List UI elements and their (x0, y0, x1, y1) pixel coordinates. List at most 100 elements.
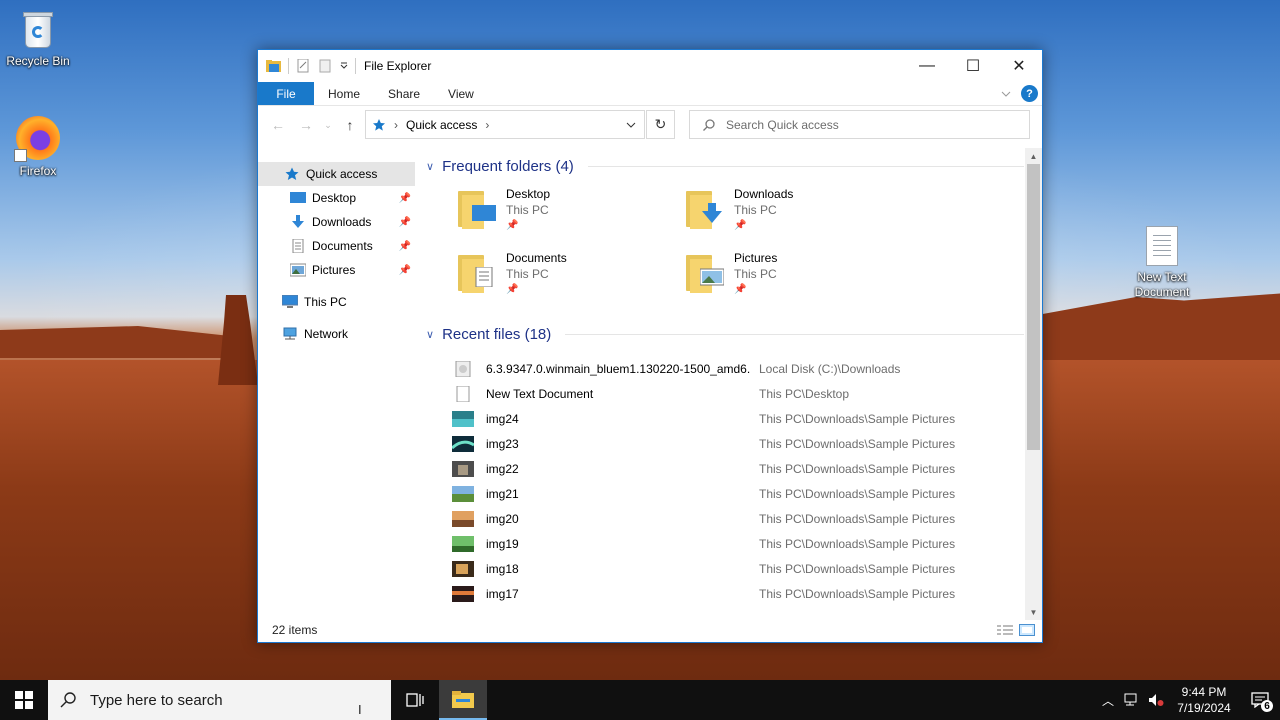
file-name: img22 (486, 461, 519, 476)
tab-view[interactable]: View (434, 82, 488, 105)
help-icon[interactable]: ? (1021, 85, 1038, 102)
folder-location: This PC (506, 203, 549, 217)
tab-home[interactable]: Home (314, 82, 374, 105)
folder-location: This PC (734, 267, 777, 281)
expand-ribbon-chevron-icon[interactable] (1001, 90, 1011, 98)
refresh-button[interactable]: ↻ (646, 110, 675, 139)
folder-tile-desktop[interactable]: Desktop This PC 📌 (458, 186, 678, 242)
recent-files-header[interactable]: ∨ Recent files (18) (422, 322, 1024, 346)
folder-tile-pictures[interactable]: Pictures This PC 📌 (686, 250, 906, 306)
desktop-icon-recycle-bin[interactable]: Recycle Bin (0, 8, 76, 69)
network-status-button[interactable] (1120, 680, 1144, 720)
file-row[interactable]: img21 This PC\Downloads\Sample Pictures (422, 481, 1024, 506)
address-bar[interactable]: › Quick access › (365, 110, 645, 139)
forward-arrow-icon: → (299, 117, 313, 133)
star-icon (373, 118, 385, 131)
desktop-icon-firefox[interactable]: Firefox (0, 116, 76, 179)
tab-share[interactable]: Share (374, 82, 434, 105)
title-bar[interactable]: File Explorer — ☐ ✕ (258, 50, 1042, 82)
desktop-icon-label: Firefox (19, 164, 57, 178)
file-row[interactable]: img18 This PC\Downloads\Sample Pictures (422, 556, 1024, 581)
file-explorer-icon (452, 691, 474, 708)
image-thumbnail-icon (452, 435, 474, 452)
back-button[interactable]: ← (266, 113, 290, 137)
file-row[interactable]: img19 This PC\Downloads\Sample Pictures (422, 531, 1024, 556)
start-button[interactable] (0, 680, 48, 720)
address-dropdown-icon[interactable] (626, 121, 636, 129)
recent-files-list: 6.3.9347.0.winmain_bluem1.130220-1500_am… (422, 356, 1024, 606)
status-bar: 22 items (258, 618, 1042, 642)
file-explorer-window: File Explorer — ☐ ✕ File Home Share View… (257, 49, 1043, 643)
tab-file[interactable]: File (258, 82, 314, 105)
details-view-icon[interactable] (996, 623, 1014, 637)
large-icons-view-icon[interactable] (1018, 623, 1036, 637)
chevron-down-icon: ⌄ (324, 119, 332, 130)
new-folder-icon[interactable] (317, 59, 333, 73)
file-row[interactable]: img23 This PC\Downloads\Sample Pictures (422, 431, 1024, 456)
frequent-folders-header[interactable]: ∨ Frequent folders (4) (422, 154, 1024, 178)
nav-item-quick-access[interactable]: Quick access (258, 162, 415, 186)
maximize-button[interactable]: ☐ (950, 50, 996, 82)
image-thumbnail-icon (452, 460, 474, 477)
file-name: img21 (486, 486, 519, 501)
file-row[interactable]: img17 This PC\Downloads\Sample Pictures (422, 581, 1024, 606)
downloads-folder-icon (686, 189, 726, 229)
task-view-button[interactable] (391, 680, 439, 720)
file-row[interactable]: img22 This PC\Downloads\Sample Pictures (422, 456, 1024, 481)
nav-item-network[interactable]: Network (258, 322, 415, 346)
collapse-chevron-icon: ∨ (426, 328, 435, 341)
firefox-icon (14, 116, 60, 162)
breadcrumb-location[interactable]: Quick access (406, 118, 477, 132)
minimize-button[interactable]: — (904, 50, 950, 82)
collapse-chevron-icon: ∨ (426, 160, 435, 173)
search-placeholder: Search Quick access (726, 117, 839, 132)
taskbar-search-box[interactable]: Type here to search I (48, 680, 391, 720)
file-name: img23 (486, 436, 519, 451)
file-location: Local Disk (C:)\Downloads (759, 361, 901, 376)
nav-item-this-pc[interactable]: This PC (258, 290, 415, 314)
scrollbar-thumb[interactable] (1027, 164, 1040, 450)
file-row[interactable]: img20 This PC\Downloads\Sample Pictures (422, 506, 1024, 531)
customize-toolbar-chevron-icon[interactable] (339, 61, 349, 71)
group-title: Frequent folders (4) (442, 157, 574, 175)
computer-icon (282, 295, 298, 308)
clock[interactable]: 9:44 PM 7/19/2024 (1168, 684, 1240, 716)
file-row[interactable]: img24 This PC\Downloads\Sample Pictures (422, 406, 1024, 431)
speaker-muted-icon (1149, 694, 1164, 706)
nav-item-documents[interactable]: Documents 📌 (258, 234, 415, 258)
scroll-up-arrow-icon[interactable]: ▲ (1025, 148, 1042, 164)
folder-tile-documents[interactable]: Documents This PC 📌 (458, 250, 678, 306)
close-button[interactable]: ✕ (996, 50, 1042, 82)
desktop-icon-new-text-document[interactable]: New Text Document (1124, 226, 1200, 300)
nav-item-label: Network (304, 327, 349, 341)
properties-icon[interactable] (295, 59, 311, 73)
disc-image-icon (455, 360, 471, 377)
up-button[interactable]: ↑ (338, 113, 362, 137)
file-location: This PC\Downloads\Sample Pictures (759, 561, 956, 576)
forward-button[interactable]: → (294, 113, 318, 137)
pin-icon: 📌 (734, 220, 747, 231)
nav-item-pictures[interactable]: Pictures 📌 (258, 258, 415, 282)
file-location: This PC\Downloads\Sample Pictures (759, 461, 956, 476)
taskbar-file-explorer[interactable] (439, 680, 487, 720)
file-row[interactable]: 6.3.9347.0.winmain_bluem1.130220-1500_am… (422, 356, 1024, 381)
recycle-bin-icon (20, 8, 56, 50)
nav-item-desktop[interactable]: Desktop 📌 (258, 186, 415, 210)
clock-date: 7/19/2024 (1177, 701, 1231, 715)
image-thumbnail-icon (452, 535, 474, 552)
search-box[interactable]: Search Quick access (689, 110, 1030, 139)
show-hidden-icons-button[interactable]: ︿ (1096, 680, 1120, 720)
desktop-icon-label: Recycle Bin (6, 54, 70, 68)
file-location: This PC\Downloads\Sample Pictures (759, 411, 956, 426)
group-title: Recent files (18) (442, 325, 552, 343)
nav-item-downloads[interactable]: Downloads 📌 (258, 210, 415, 234)
file-row[interactable]: New Text Document This PC\Desktop (422, 381, 1024, 406)
recent-locations-button[interactable]: ⌄ (322, 113, 334, 137)
clock-time: 9:44 PM (1181, 685, 1227, 699)
text-cursor-icon: I (358, 702, 362, 717)
volume-button[interactable] (1144, 680, 1168, 720)
folder-tile-downloads[interactable]: Downloads This PC 📌 (686, 186, 906, 242)
network-icon (1124, 693, 1137, 706)
vertical-scrollbar[interactable]: ▲ ▼ (1025, 148, 1042, 620)
action-center-button[interactable]: 6 (1240, 680, 1280, 720)
